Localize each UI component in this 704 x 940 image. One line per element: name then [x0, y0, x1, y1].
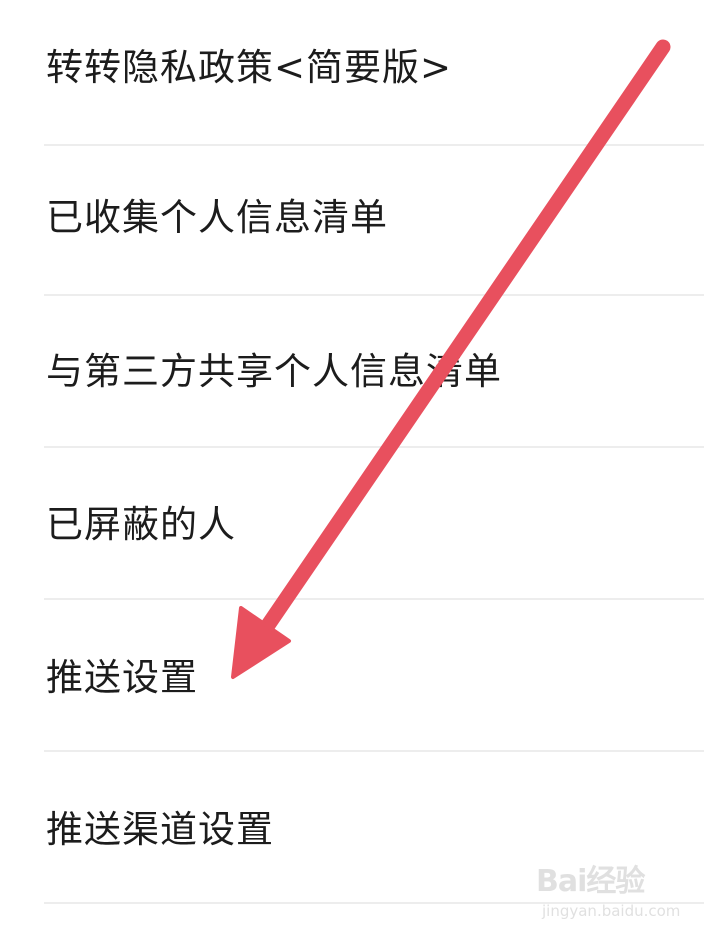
settings-item-blocked-users[interactable]: 已屏蔽的人: [0, 450, 704, 600]
divider: [44, 294, 704, 296]
settings-item-label: 推送设置: [46, 656, 198, 699]
watermark-logo: Bai经验: [536, 864, 645, 899]
settings-list: 转转隐私政策<简要版> 已收集个人信息清单 与第三方共享个人信息清单 已屏蔽的人…: [0, 0, 704, 940]
settings-item-label: 推送渠道设置: [46, 808, 274, 851]
settings-item-label: 已收集个人信息清单: [46, 196, 388, 239]
watermark-url: jingyan.baidu.com: [542, 902, 681, 920]
divider: [44, 750, 704, 752]
settings-item-push-settings[interactable]: 推送设置: [0, 602, 704, 752]
settings-item-third-party-shared-info-list[interactable]: 与第三方共享个人信息清单: [0, 298, 704, 448]
settings-item-label: 与第三方共享个人信息清单: [46, 350, 502, 393]
settings-item-label: 转转隐私政策<简要版>: [46, 46, 453, 89]
settings-item-privacy-policy-brief[interactable]: 转转隐私政策<简要版>: [0, 0, 704, 146]
settings-item-label: 已屏蔽的人: [46, 503, 236, 546]
divider: [44, 446, 704, 448]
divider: [44, 598, 704, 600]
baidu-jingyan-watermark: Bai经验 jingyan.baidu.com: [536, 856, 680, 928]
settings-item-collected-info-list[interactable]: 已收集个人信息清单: [0, 146, 704, 296]
